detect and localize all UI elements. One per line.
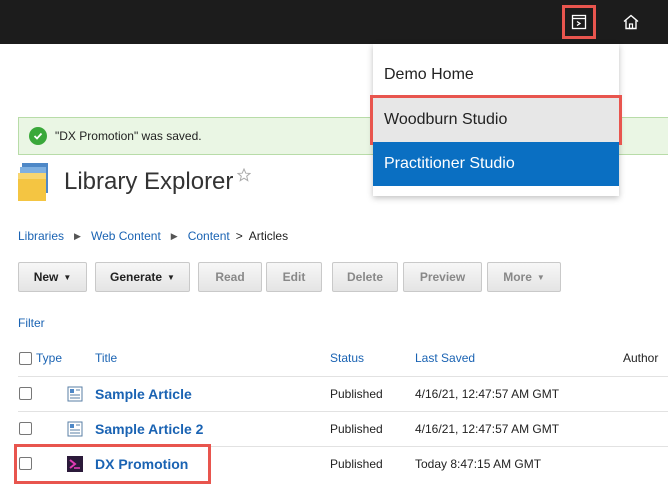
studio-switcher-button[interactable] [562,5,596,39]
status-cell: Published [330,421,383,436]
breadcrumb-web-content[interactable]: Web Content [91,229,161,243]
page-header: Library Explorer [18,163,252,201]
success-message-text: "DX Promotion" was saved. [55,129,202,143]
menu-item-woodburn-studio[interactable]: Woodburn Studio [370,95,622,145]
delete-button[interactable]: Delete [332,262,398,292]
top-navigation-bar [0,0,668,44]
select-all-checkbox[interactable] [19,345,32,371]
breadcrumb-separator-icon: ▶ [74,230,81,241]
column-last-saved[interactable]: Last Saved [415,345,475,371]
home-icon [623,14,639,30]
breadcrumb-separator-icon: ▶ [170,230,178,241]
new-button-label: New [33,270,59,284]
read-button-label: Read [215,270,245,284]
edit-button-label: Edit [282,270,306,284]
table-row[interactable]: DX Promotion Published Today 8:47:15 AM … [18,446,668,480]
more-button-label: More [503,270,532,284]
row-checkbox[interactable] [19,377,32,410]
last-saved-cell: 4/16/21, 12:47:57 AM GMT [415,386,560,401]
menu-item-demo-home[interactable]: Demo Home [373,53,619,97]
row-checkbox[interactable] [19,412,32,445]
filter-link[interactable]: Filter [18,316,45,330]
caret-down-icon: ▼ [536,272,545,282]
more-button[interactable]: More ▼ [487,262,561,292]
breadcrumb-separator: > [235,229,243,243]
preview-button-label: Preview [419,270,466,284]
column-type[interactable]: Type [36,345,62,371]
preview-button[interactable]: Preview [403,262,482,292]
article-title-link[interactable]: Sample Article [95,377,192,410]
caret-down-icon: ▼ [63,272,72,282]
last-saved-cell: Today 8:47:15 AM GMT [415,456,542,471]
column-title[interactable]: Title [95,345,117,371]
row-checkbox[interactable] [19,447,32,480]
breadcrumb: Libraries ▶ Web Content ▶ Content > Arti… [18,229,288,243]
breadcrumb-libraries[interactable]: Libraries [18,229,64,243]
table-header: Type Title Status Last Saved Author [18,345,668,371]
studio-switcher-icon [571,14,587,30]
table-row[interactable]: Sample Article 2 Published 4/16/21, 12:4… [18,411,668,445]
article-icon [67,377,83,410]
column-status[interactable]: Status [330,345,364,371]
article-title-link[interactable]: Sample Article 2 [95,412,203,445]
page-title: Library Explorer [64,168,234,195]
last-saved-cell: 4/16/21, 12:47:57 AM GMT [415,421,560,436]
studio-dropdown-menu: Demo Home Woodburn Studio Practitioner S… [370,44,622,196]
delete-button-label: Delete [346,270,384,284]
article-icon [67,412,83,445]
read-button[interactable]: Read [198,262,262,292]
status-cell: Published [330,386,383,401]
generate-button-label: Generate [110,270,163,284]
generate-button[interactable]: Generate ▼ [95,262,190,292]
menu-item-practitioner-studio[interactable]: Practitioner Studio [373,142,619,186]
caret-down-icon: ▼ [167,272,175,282]
article-title-link[interactable]: DX Promotion [95,447,188,480]
dx-promotion-icon [67,447,83,480]
favorite-star-icon[interactable] [237,167,252,187]
breadcrumb-current: Articles [248,229,289,243]
column-author[interactable]: Author [623,345,658,371]
check-circle-icon [29,127,47,145]
table-row[interactable]: Sample Article Published 4/16/21, 12:47:… [18,376,668,410]
edit-button[interactable]: Edit [266,262,322,292]
library-folder-icon [18,163,50,201]
home-button[interactable] [617,8,645,36]
breadcrumb-content[interactable]: Content [188,229,230,243]
new-button[interactable]: New ▼ [18,262,87,292]
status-cell: Published [330,456,383,471]
